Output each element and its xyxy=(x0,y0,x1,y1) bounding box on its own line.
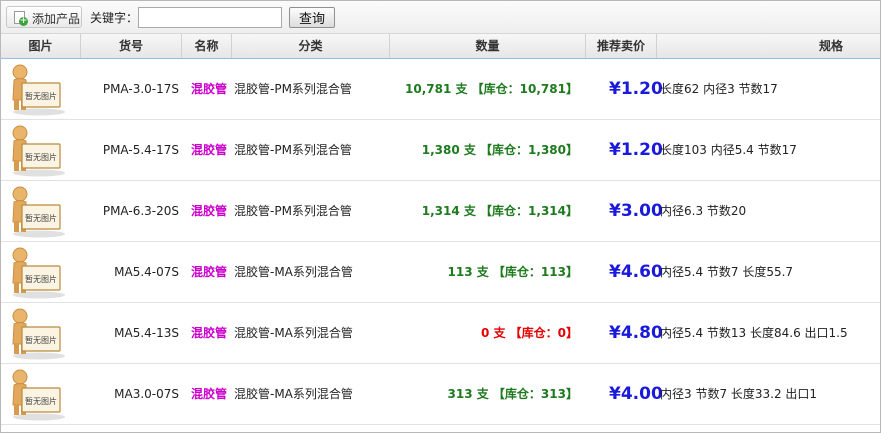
toolbar: + 添加产品 关键字： 查询 xyxy=(1,1,880,34)
product-code: MA3.0-07S xyxy=(114,387,179,401)
product-name[interactable]: 混胶管 xyxy=(191,303,227,363)
column-header-quantity[interactable]: 数量 xyxy=(390,34,586,58)
product-price: ¥3.00 xyxy=(609,201,663,221)
table-row[interactable]: 暂无图片 MA5.4-07S 混胶管 混胶管-MA系列混合管 113 支 【库仓… xyxy=(1,242,880,303)
placeholder-image: 暂无图片 xyxy=(5,245,65,299)
table-row[interactable]: 暂无图片 MA3.0-07S 混胶管 混胶管-MA系列混合管 313 支 【库仓… xyxy=(1,364,880,425)
product-category: 混胶管-PM系列混合管 xyxy=(234,82,352,96)
placeholder-image: 暂无图片 xyxy=(5,123,65,177)
product-name[interactable]: 混胶管 xyxy=(191,364,227,424)
table-header: 图片 货号 名称 分类 数量 推荐卖价 规格 xyxy=(1,34,880,59)
product-quantity: 0 支 【库仓：0】 xyxy=(480,326,578,340)
keyword-label: 关键字： xyxy=(90,11,139,25)
product-quantity: 113 支 【库仓：113】 xyxy=(447,265,578,279)
svg-text:暂无图片: 暂无图片 xyxy=(25,396,57,406)
column-header-code[interactable]: 货号 xyxy=(81,34,182,58)
product-list-panel: + 添加产品 关键字： 查询 图片 货号 名称 分类 数量 推荐卖价 规格 暂无… xyxy=(0,0,881,433)
add-product-label: 添加产品 xyxy=(32,12,81,26)
product-category: 混胶管-MA系列混合管 xyxy=(234,387,353,401)
product-name[interactable]: 混胶管 xyxy=(191,59,227,119)
table-row[interactable]: 暂无图片 PMA-3.0-17S 混胶管 混胶管-PM系列混合管 10,781 … xyxy=(1,59,880,120)
add-document-icon: + xyxy=(14,11,28,26)
column-header-spec[interactable]: 规格 xyxy=(657,34,880,58)
table-row[interactable]: 暂无图片 PMA-6.3-20S 混胶管 混胶管-PM系列混合管 1,314 支… xyxy=(1,181,880,242)
column-header-name[interactable]: 名称 xyxy=(182,34,232,58)
keyword-input[interactable] xyxy=(138,7,282,28)
svg-text:暂无图片: 暂无图片 xyxy=(25,274,57,284)
product-quantity: 313 支 【库仓：313】 xyxy=(447,387,578,401)
product-name[interactable]: 混胶管 xyxy=(191,181,227,241)
add-product-button[interactable]: + 添加产品 xyxy=(6,6,82,28)
product-quantity: 1,380 支 【库仓：1,380】 xyxy=(421,143,578,157)
product-spec: 长度62 内径3 节数17 xyxy=(660,82,778,96)
placeholder-image: 暂无图片 xyxy=(5,62,65,116)
product-category: 混胶管-MA系列混合管 xyxy=(234,265,353,279)
table-row[interactable]: 暂无图片 MA5.4-13S 混胶管 混胶管-MA系列混合管 0 支 【库仓：0… xyxy=(1,303,880,364)
column-header-category[interactable]: 分类 xyxy=(232,34,390,58)
product-name[interactable]: 混胶管 xyxy=(191,242,227,302)
product-spec: 内径5.4 节数7 长度55.7 xyxy=(660,265,794,279)
product-code: PMA-3.0-17S xyxy=(102,82,179,96)
product-category: 混胶管-PM系列混合管 xyxy=(234,143,352,157)
svg-text:暂无图片: 暂无图片 xyxy=(25,335,57,345)
column-header-image[interactable]: 图片 xyxy=(1,34,81,58)
product-spec: 内径5.4 节数13 长度84.6 出口1.5 xyxy=(660,326,848,340)
placeholder-image: 暂无图片 xyxy=(5,306,65,360)
product-code: PMA-6.3-20S xyxy=(102,204,179,218)
product-category: 混胶管-MA系列混合管 xyxy=(234,326,353,340)
column-header-price[interactable]: 推荐卖价 xyxy=(586,34,657,58)
product-spec: 内径3 节数7 长度33.2 出口1 xyxy=(660,387,818,401)
svg-text:暂无图片: 暂无图片 xyxy=(25,213,57,223)
product-spec: 内径6.3 节数20 xyxy=(660,204,747,218)
table-row[interactable]: 暂无图片 PMA-5.4-17S 混胶管 混胶管-PM系列混合管 1,380 支… xyxy=(1,120,880,181)
product-spec: 长度103 内径5.4 节数17 xyxy=(660,143,797,157)
product-code: MA5.4-13S xyxy=(114,326,179,340)
product-name[interactable]: 混胶管 xyxy=(191,120,227,180)
svg-text:暂无图片: 暂无图片 xyxy=(25,152,57,162)
product-price: ¥4.80 xyxy=(609,323,663,343)
product-code: PMA-5.4-17S xyxy=(102,143,179,157)
product-price: ¥4.60 xyxy=(609,262,663,282)
product-code: MA5.4-07S xyxy=(114,265,179,279)
search-button[interactable]: 查询 xyxy=(289,7,335,28)
product-price: ¥1.20 xyxy=(609,79,663,99)
placeholder-image: 暂无图片 xyxy=(5,367,65,421)
product-quantity: 1,314 支 【库仓：1,314】 xyxy=(421,204,578,218)
product-price: ¥4.00 xyxy=(609,384,663,404)
product-category: 混胶管-PM系列混合管 xyxy=(234,204,352,218)
svg-text:暂无图片: 暂无图片 xyxy=(25,91,57,101)
product-quantity: 10,781 支 【库仓：10,781】 xyxy=(405,82,578,96)
placeholder-image: 暂无图片 xyxy=(5,184,65,238)
product-price: ¥1.20 xyxy=(609,140,663,160)
